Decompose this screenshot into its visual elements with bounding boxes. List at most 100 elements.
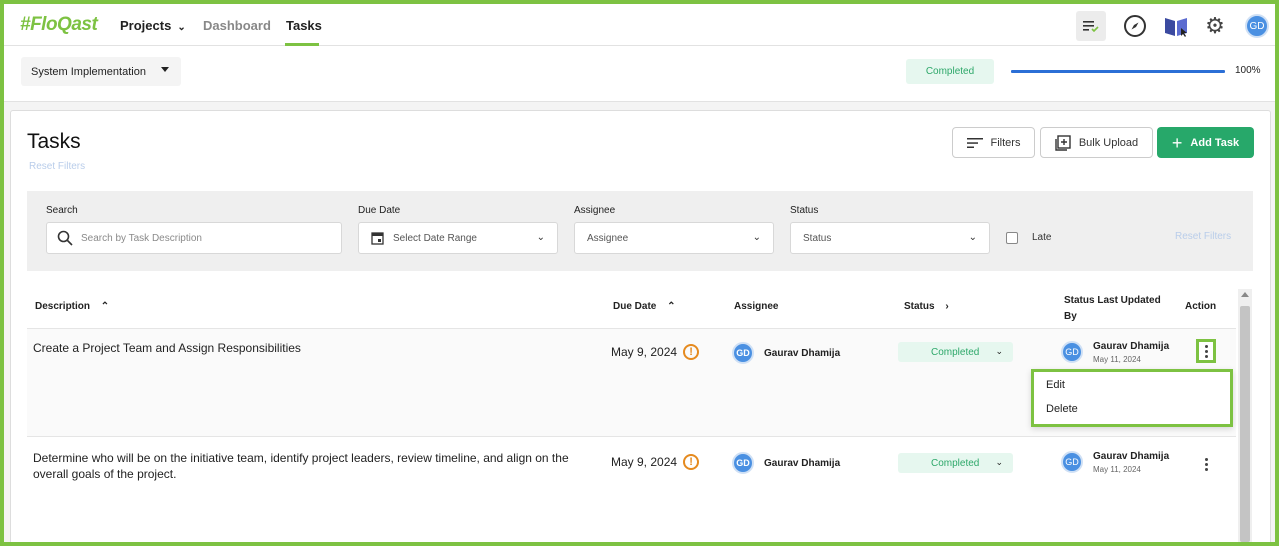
add-box-icon [1055, 134, 1071, 151]
kebab-dot [1204, 467, 1208, 471]
nav-active-indicator [285, 43, 319, 46]
row-action-menu: Edit Delete [1031, 369, 1233, 427]
overdue-warning-icon: ! [683, 344, 700, 360]
menu-item-delete[interactable]: Delete [1046, 403, 1078, 415]
filters-button-label: Filters [990, 136, 1021, 149]
chevron-down-icon: ⌄ [968, 232, 977, 243]
updater-name: Gaurav Dhamija [1093, 451, 1170, 462]
assignee-avatar: GD [732, 452, 754, 474]
assignee-select[interactable]: Assignee ⌄ [574, 222, 774, 254]
nav-projects[interactable]: Projects ⌄ [120, 18, 186, 33]
due-date-select[interactable]: Select Date Range ⌄ [358, 222, 558, 254]
project-subheader: System Implementation Completed 100% [4, 47, 1275, 102]
task-description[interactable]: Determine who will be on the initiative … [33, 450, 593, 482]
project-status-badge: Completed [906, 59, 994, 84]
compass-icon[interactable] [1120, 11, 1150, 41]
assignee-cell: GD Gaurav Dhamija [732, 452, 840, 474]
updated-date: May 11, 2024 [1093, 465, 1141, 474]
column-status-updated-line1: Status Last Updated [1064, 295, 1161, 306]
search-input[interactable]: Search by Task Description [46, 222, 342, 254]
kebab-dot [1204, 349, 1208, 353]
assignee-cell: GD Gaurav Dhamija [732, 342, 840, 364]
column-action: Action [1185, 301, 1217, 312]
kebab-dot [1204, 354, 1208, 358]
bulk-upload-button[interactable]: Bulk Upload [1040, 127, 1153, 158]
filter-panel: Search Search by Task Description Due Da… [27, 191, 1253, 271]
floqast-logo[interactable]: #FloQast [20, 14, 98, 36]
chevron-down-icon: ⌄ [177, 22, 186, 33]
row-action-menu-button[interactable] [1196, 452, 1216, 476]
assignee-select-value: Assignee [587, 232, 629, 244]
updater-avatar: GD [1061, 451, 1083, 473]
due-date-label: Due Date [358, 205, 401, 216]
sort-up-icon: ⌃ [667, 301, 676, 312]
kebab-dot [1204, 457, 1208, 461]
column-status[interactable]: Status › [904, 301, 949, 312]
filters-button[interactable]: Filters [952, 127, 1035, 158]
column-status-updated-by: Status Last Updated By [1064, 293, 1161, 325]
overdue-warning-icon: ! [683, 454, 700, 470]
due-date-cell: May 9, 2024 ! [611, 454, 700, 470]
calendar-icon [371, 232, 384, 245]
task-description[interactable]: Create a Project Team and Assign Respons… [33, 340, 593, 356]
assignee-avatar: GD [732, 342, 754, 364]
chevron-down-icon: ⌄ [995, 457, 1003, 467]
project-select[interactable]: System Implementation [21, 57, 181, 86]
chevron-down-icon: ⌄ [995, 346, 1003, 356]
scrollbar-thumb[interactable] [1240, 306, 1250, 542]
search-placeholder: Search by Task Description [81, 232, 202, 244]
assignee-label: Assignee [574, 205, 616, 216]
column-due-date-label: Due Date [613, 301, 657, 312]
row-action-menu-button[interactable] [1196, 339, 1216, 363]
search-label: Search [46, 205, 78, 216]
updater-name: Gaurav Dhamija [1093, 341, 1170, 352]
column-due-date[interactable]: Due Date ⌃ [613, 301, 676, 312]
user-avatar-initials: GD [1245, 14, 1269, 38]
top-navbar: #FloQast Projects ⌄ Dashboard Tasks ⚙ GD [4, 4, 1275, 46]
project-progress-bar [1011, 70, 1225, 73]
gear-icon[interactable]: ⚙ [1200, 11, 1230, 41]
project-select-value: System Implementation [31, 66, 146, 78]
reset-filters-panel-link[interactable]: Reset Filters [1175, 231, 1231, 242]
column-description-label: Description [35, 301, 91, 312]
status-label: Status [790, 205, 819, 216]
chevron-down-icon: ⌄ [752, 232, 761, 243]
progress-label: 100% [1235, 65, 1261, 76]
status-dropdown[interactable]: Completed ⌄ [898, 453, 1013, 473]
progress-fill [1011, 70, 1225, 73]
scroll-up-arrow-icon[interactable] [1241, 292, 1249, 297]
chevron-right-icon: › [945, 301, 949, 312]
menu-item-edit[interactable]: Edit [1046, 379, 1065, 391]
status-dropdown[interactable]: Completed ⌄ [898, 342, 1013, 362]
column-status-label: Status [904, 301, 935, 312]
nav-tasks[interactable]: Tasks [286, 18, 322, 33]
reset-filters-link[interactable]: Reset Filters [29, 161, 85, 172]
caret-down-icon [161, 67, 169, 72]
updated-date: May 11, 2024 [1093, 355, 1141, 364]
book-icon[interactable] [1161, 11, 1191, 41]
due-date-cell: May 9, 2024 ! [611, 344, 700, 360]
late-label: Late [1032, 232, 1052, 243]
bulk-upload-label: Bulk Upload [1078, 136, 1139, 149]
kebab-dot [1204, 344, 1208, 348]
add-task-label: Add Task [1190, 136, 1240, 149]
late-checkbox[interactable] [1006, 232, 1018, 244]
task-list-icon[interactable] [1076, 11, 1106, 41]
assignee-name: Gaurav Dhamija [764, 347, 841, 359]
sort-up-icon: ⌃ [100, 301, 110, 312]
due-date-value: Select Date Range [393, 232, 477, 244]
add-task-button[interactable]: + Add Task [1157, 127, 1254, 158]
column-assignee: Assignee [734, 301, 779, 312]
status-select[interactable]: Status ⌄ [790, 222, 990, 254]
filter-lines-icon [966, 137, 983, 148]
chevron-down-icon: ⌄ [536, 232, 545, 243]
column-description[interactable]: Description ⌃ [35, 301, 109, 312]
kebab-dot [1204, 462, 1208, 466]
status-value: Completed [931, 457, 980, 469]
nav-dashboard[interactable]: Dashboard [203, 18, 271, 33]
status-value: Completed [931, 346, 980, 358]
table-row[interactable]: Determine who will be on the initiative … [27, 438, 1236, 542]
nav-projects-label: Projects [120, 18, 172, 33]
status-updated-cell: GD Gaurav Dhamija May 11, 2024 [1061, 451, 1169, 474]
user-avatar[interactable]: GD [1242, 11, 1272, 41]
